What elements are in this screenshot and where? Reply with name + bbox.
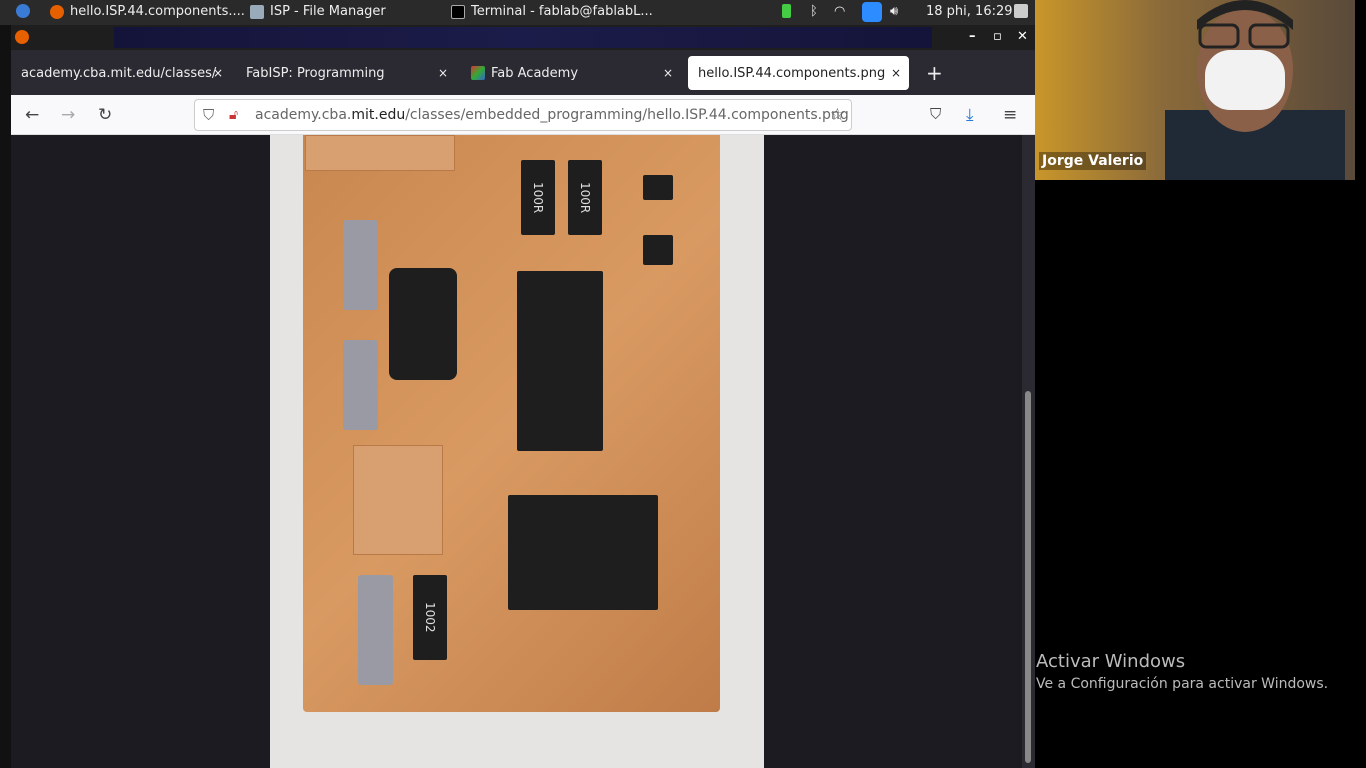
system-taskbar: hello.ISP.44.components.... ISP - File M… xyxy=(0,0,1035,25)
activation-watermark-subtitle: Ve a Configuración para activar Windows. xyxy=(1036,676,1329,692)
pcb-photo[interactable]: 100R 100R 1002 xyxy=(270,135,764,768)
navigation-toolbar: ← → ↻ ⛉ 🔓︎ academy.cba. mit.edu/classes/e… xyxy=(11,95,1035,135)
pocket-icon[interactable]: ⛉ xyxy=(930,105,941,123)
fab-academy-favicon xyxy=(471,66,485,80)
tab-fabisp[interactable]: FabISP: Programming × xyxy=(236,56,456,90)
close-tab-icon[interactable]: × xyxy=(438,66,448,80)
taskbar-label: Terminal - fablab@fablabL... xyxy=(471,4,653,19)
desktop-edge xyxy=(0,25,11,768)
firefox-icon xyxy=(15,30,29,44)
app-menu-icon[interactable] xyxy=(16,4,30,18)
url-host: academy.cba. xyxy=(255,107,352,123)
url-path: /classes/embedded_programming/hello.ISP.… xyxy=(405,107,849,123)
back-button[interactable]: ← xyxy=(25,105,39,125)
close-tab-icon[interactable]: × xyxy=(663,66,673,80)
shield-icon[interactable]: ⛉ xyxy=(203,106,214,124)
reload-button[interactable]: ↻ xyxy=(98,105,112,125)
taskbar-item-file-manager[interactable]: ISP - File Manager xyxy=(250,4,386,19)
wifi-icon[interactable]: ◠ xyxy=(834,4,845,19)
microcontroller-chip xyxy=(517,271,603,451)
maximize-button[interactable]: ▫ xyxy=(993,29,1002,44)
circuit-board: 100R 100R 1002 xyxy=(303,135,720,712)
close-tab-icon[interactable]: × xyxy=(891,66,901,80)
scrollbar-thumb[interactable] xyxy=(1025,391,1031,763)
participant-name: Jorge Valerio xyxy=(1039,152,1147,170)
taskbar-label: ISP - File Manager xyxy=(270,4,386,19)
participant-video xyxy=(1165,0,1345,180)
vertical-scrollbar[interactable] xyxy=(1022,135,1035,768)
bookmark-star-icon[interactable]: ☆ xyxy=(830,105,845,125)
volume-icon[interactable]: 🔊︎ xyxy=(890,4,898,19)
folder-icon xyxy=(250,4,264,19)
resistor: 100R xyxy=(521,160,555,235)
taskbar-item-terminal[interactable]: Terminal - fablab@fablabL... xyxy=(451,4,653,19)
taskbar-label: hello.ISP.44.components.... xyxy=(70,4,245,19)
tab-label: hello.ISP.44.components.png xyxy=(698,65,886,81)
close-tab-icon[interactable]: × xyxy=(213,66,223,80)
zoom-icon[interactable] xyxy=(862,2,882,22)
show-desktop-icon[interactable] xyxy=(1014,4,1028,18)
taskbar-item-firefox[interactable]: hello.ISP.44.components.... xyxy=(50,4,245,19)
minimize-button[interactable]: – xyxy=(969,29,976,44)
title-strip xyxy=(114,27,932,48)
window-titlebar: – ▫ ✕ xyxy=(11,25,1035,50)
image-viewer: 100R 100R 1002 xyxy=(11,135,1022,768)
tab-bar: academy.cba.mit.edu/classes/× FabISP: Pr… xyxy=(11,50,1035,95)
menu-icon[interactable]: ≡ xyxy=(1003,105,1017,125)
download-icon[interactable]: ⤓ xyxy=(966,105,974,125)
video-participant-tile[interactable]: Jorge Valerio xyxy=(1035,0,1355,180)
bluetooth-icon[interactable]: ᛒ xyxy=(810,4,818,19)
tab-fab-academy[interactable]: Fab Academy × xyxy=(461,56,681,90)
new-tab-button[interactable]: + xyxy=(916,56,953,90)
resistor: 100R xyxy=(568,160,602,235)
resistor: 1002 xyxy=(413,575,447,660)
tab-label: Fab Academy xyxy=(491,65,579,81)
pin-header xyxy=(508,495,658,610)
forward-button[interactable]: → xyxy=(61,105,75,125)
tab-hello-isp[interactable]: hello.ISP.44.components.png × xyxy=(688,56,909,90)
address-bar[interactable]: ⛉ 🔓︎ academy.cba. mit.edu/classes/embedde… xyxy=(194,99,852,131)
close-window-button[interactable]: ✕ xyxy=(1017,29,1028,44)
terminal-icon xyxy=(451,4,465,19)
battery-icon[interactable] xyxy=(782,4,791,18)
clock[interactable]: 18 phi, 16:29 xyxy=(926,4,1013,19)
url-domain: mit.edu xyxy=(351,107,406,123)
tab-academy[interactable]: academy.cba.mit.edu/classes/× xyxy=(11,56,231,90)
firefox-icon xyxy=(50,4,64,19)
crystal-resonator xyxy=(389,268,457,380)
insecure-lock-icon[interactable]: 🔓︎ xyxy=(229,107,238,123)
tab-label: academy.cba.mit.edu/classes/ xyxy=(21,65,217,81)
activation-watermark-title: Activar Windows xyxy=(1036,651,1186,672)
tab-label: FabISP: Programming xyxy=(246,65,385,81)
